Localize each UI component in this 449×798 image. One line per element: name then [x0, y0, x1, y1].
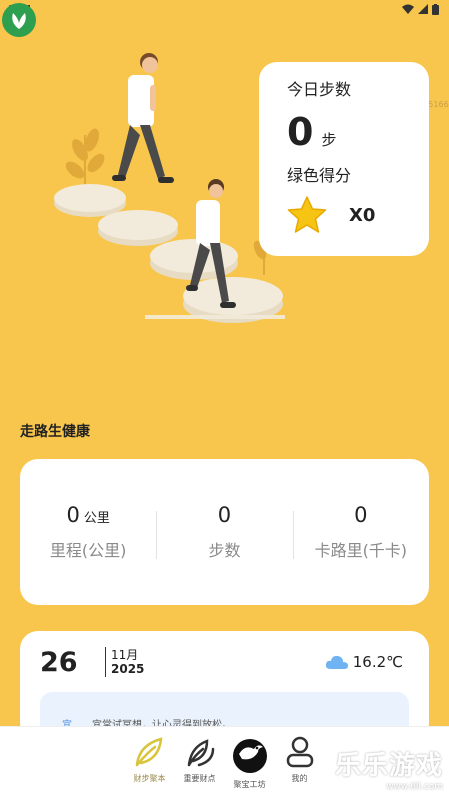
date-year: 2025 [111, 662, 145, 676]
section-title: 走路生健康 [20, 424, 90, 440]
stat-distance-value: 0 [66, 503, 80, 527]
stat-steps-value: 0 [217, 503, 232, 527]
stat-steps-label: 步数 [208, 541, 241, 560]
person-icon [286, 736, 313, 768]
signal-icon [418, 4, 428, 14]
cloud-icon [325, 655, 348, 669]
today-steps-value: 0 [287, 110, 314, 154]
watermark: 乐乐游戏 www.6ll.com [333, 745, 449, 798]
stat-distance-label: 里程(公里) [49, 541, 127, 560]
stat-steps: 0 步数 [156, 503, 292, 561]
status-icons [402, 3, 439, 15]
green-score-value: X0 [349, 204, 376, 226]
stat-calories-value: 0 [354, 503, 368, 527]
stat-calories-label: 卡路里(千卡) [314, 541, 408, 560]
tab-walk-label: 财步聚本 [133, 774, 166, 783]
tab-points[interactable]: 重要财点 [178, 735, 222, 798]
leaf-icon [135, 737, 162, 767]
tab-walk[interactable]: 财步聚本 [128, 735, 172, 798]
status-bar: 3:51 [0, 0, 449, 18]
today-summary-card: 今日步数 0 步 绿色得分 X0 [259, 62, 429, 256]
stat-distance-unit: 公里 [83, 511, 110, 526]
today-steps-title: 今日步数 [287, 80, 352, 99]
weather: 16.2℃ [325, 653, 403, 671]
watermark-title: 乐乐游戏 [334, 751, 443, 781]
today-steps-unit: 步 [321, 131, 337, 149]
app-logo-icon[interactable] [2, 3, 36, 37]
weather-temperature: 16.2℃ [352, 653, 403, 671]
stat-calories: 0 卡路里(千卡) [292, 503, 429, 561]
watermark-url: www.6ll.com [386, 782, 443, 792]
battery-icon [432, 3, 439, 15]
tab-mine-label: 我的 [291, 774, 308, 783]
wifi-icon [402, 4, 414, 14]
tab-workshop-label: 聚宝工坊 [233, 780, 266, 789]
tab-workshop[interactable]: 聚宝工坊 [228, 735, 272, 798]
tab-points-label: 重要财点 [183, 774, 216, 783]
leaves-icon [187, 739, 214, 767]
star-icon [287, 196, 327, 233]
bird-icon [232, 739, 267, 773]
tab-mine[interactable]: 我的 [278, 735, 322, 798]
date-month: 11月 [111, 648, 139, 662]
stats-card: 0 公里 里程(公里) 0 步数 0 卡路里(千卡) [20, 459, 429, 605]
date-weather-card: 26 11月 2025 16.2℃ 宜 宜常试冥想，让心灵得到放松。 [20, 631, 429, 752]
date-divider [105, 647, 106, 677]
date-day: 26 [40, 647, 78, 678]
green-score-title: 绿色得分 [287, 166, 352, 185]
stat-distance: 0 公里 里程(公里) [20, 503, 156, 561]
